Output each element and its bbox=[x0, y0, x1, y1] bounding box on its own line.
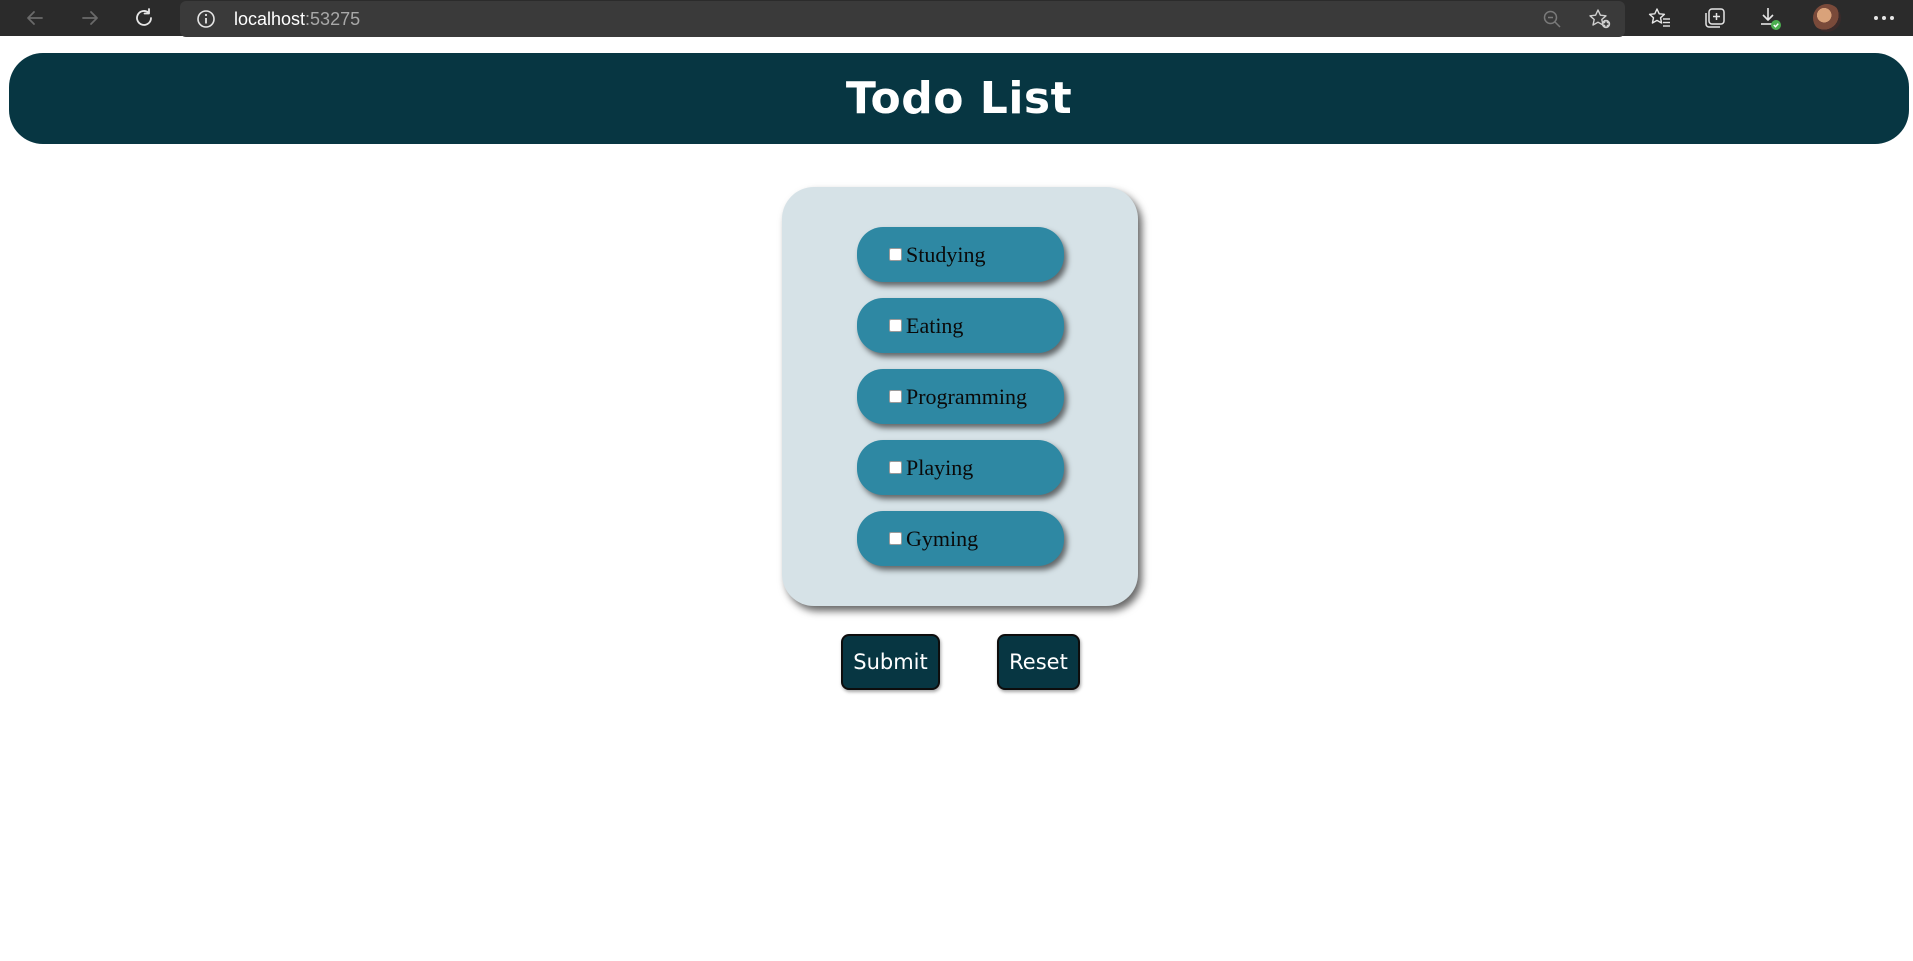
page-title: Todo List bbox=[845, 73, 1073, 124]
todo-item-label: Programming bbox=[906, 383, 1027, 409]
zoom-out-icon bbox=[1543, 10, 1561, 28]
todo-checkbox[interactable] bbox=[889, 319, 902, 332]
todo-item-playing[interactable]: Playing bbox=[857, 440, 1064, 495]
todo-card: Studying Eating Programming Playing Gymi… bbox=[782, 187, 1138, 606]
add-favorite-button[interactable] bbox=[1588, 8, 1612, 35]
collections-button[interactable] bbox=[1697, 4, 1733, 32]
reset-button[interactable]: Reset bbox=[997, 634, 1080, 690]
download-icon bbox=[1761, 8, 1781, 30]
refresh-button[interactable] bbox=[126, 4, 162, 32]
star-add-icon bbox=[1589, 9, 1611, 29]
browser-toolbar: localhost:53275 bbox=[0, 0, 1913, 37]
todo-item-label: Studying bbox=[906, 241, 986, 267]
arrow-right-icon bbox=[82, 11, 98, 25]
menu-button[interactable] bbox=[1866, 4, 1902, 32]
back-button[interactable] bbox=[17, 4, 53, 32]
todo-checkbox[interactable] bbox=[889, 390, 902, 403]
todo-item-programming[interactable]: Programming bbox=[857, 369, 1064, 424]
todo-checkbox[interactable] bbox=[889, 461, 902, 474]
avatar[interactable] bbox=[1813, 4, 1841, 32]
url-port: :53275 bbox=[305, 9, 361, 29]
forward-button[interactable] bbox=[72, 4, 108, 32]
favorites-button[interactable] bbox=[1642, 4, 1678, 32]
url-text: localhost:53275 bbox=[234, 9, 360, 30]
todo-item-label: Gyming bbox=[906, 525, 979, 551]
todo-item-gyming[interactable]: Gyming bbox=[857, 511, 1064, 566]
todo-item-label: Eating bbox=[906, 312, 964, 338]
url-host: localhost bbox=[234, 9, 306, 29]
address-bar[interactable]: localhost:53275 bbox=[180, 1, 1625, 37]
todo-item-label: Playing bbox=[906, 454, 974, 480]
info-icon bbox=[197, 10, 215, 28]
more-icon bbox=[1874, 16, 1894, 20]
page-header: Todo List bbox=[9, 53, 1909, 144]
todo-checkbox[interactable] bbox=[889, 532, 902, 545]
site-info-button[interactable] bbox=[196, 9, 216, 34]
collections-icon bbox=[1705, 8, 1725, 28]
submit-button[interactable]: Submit bbox=[841, 634, 940, 690]
todo-checkbox[interactable] bbox=[889, 248, 902, 261]
downloads-button[interactable] bbox=[1752, 4, 1788, 32]
favorites-icon bbox=[1648, 8, 1670, 27]
refresh-icon bbox=[136, 8, 152, 26]
arrow-left-icon bbox=[27, 11, 43, 25]
todo-item-eating[interactable]: Eating bbox=[857, 298, 1064, 353]
todo-item-studying[interactable]: Studying bbox=[857, 227, 1064, 282]
zoom-button[interactable] bbox=[1542, 9, 1562, 34]
